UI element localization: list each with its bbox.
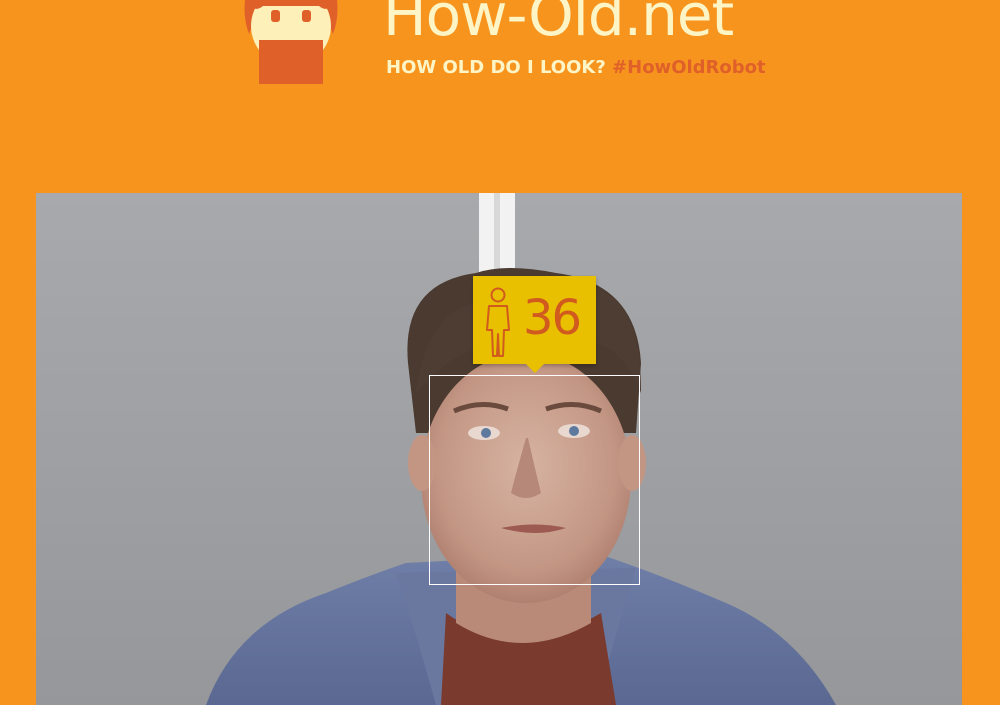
site-header: How-Old.net HOW OLD DO I LOOK? #HowOldRo… [0, 0, 1000, 190]
tagline: HOW OLD DO I LOOK? #HowOldRobot [386, 57, 766, 79]
age-value: 36 [523, 290, 582, 346]
hashtag-link[interactable]: #HowOldRobot [612, 57, 766, 78]
tagline-question: HOW OLD DO I LOOK? [386, 57, 606, 78]
robot-logo-icon [244, 0, 338, 84]
face-detection-box [429, 375, 640, 585]
male-person-icon [486, 287, 510, 357]
site-title[interactable]: How-Old.net [383, 0, 734, 50]
age-badge: 36 [473, 276, 596, 373]
